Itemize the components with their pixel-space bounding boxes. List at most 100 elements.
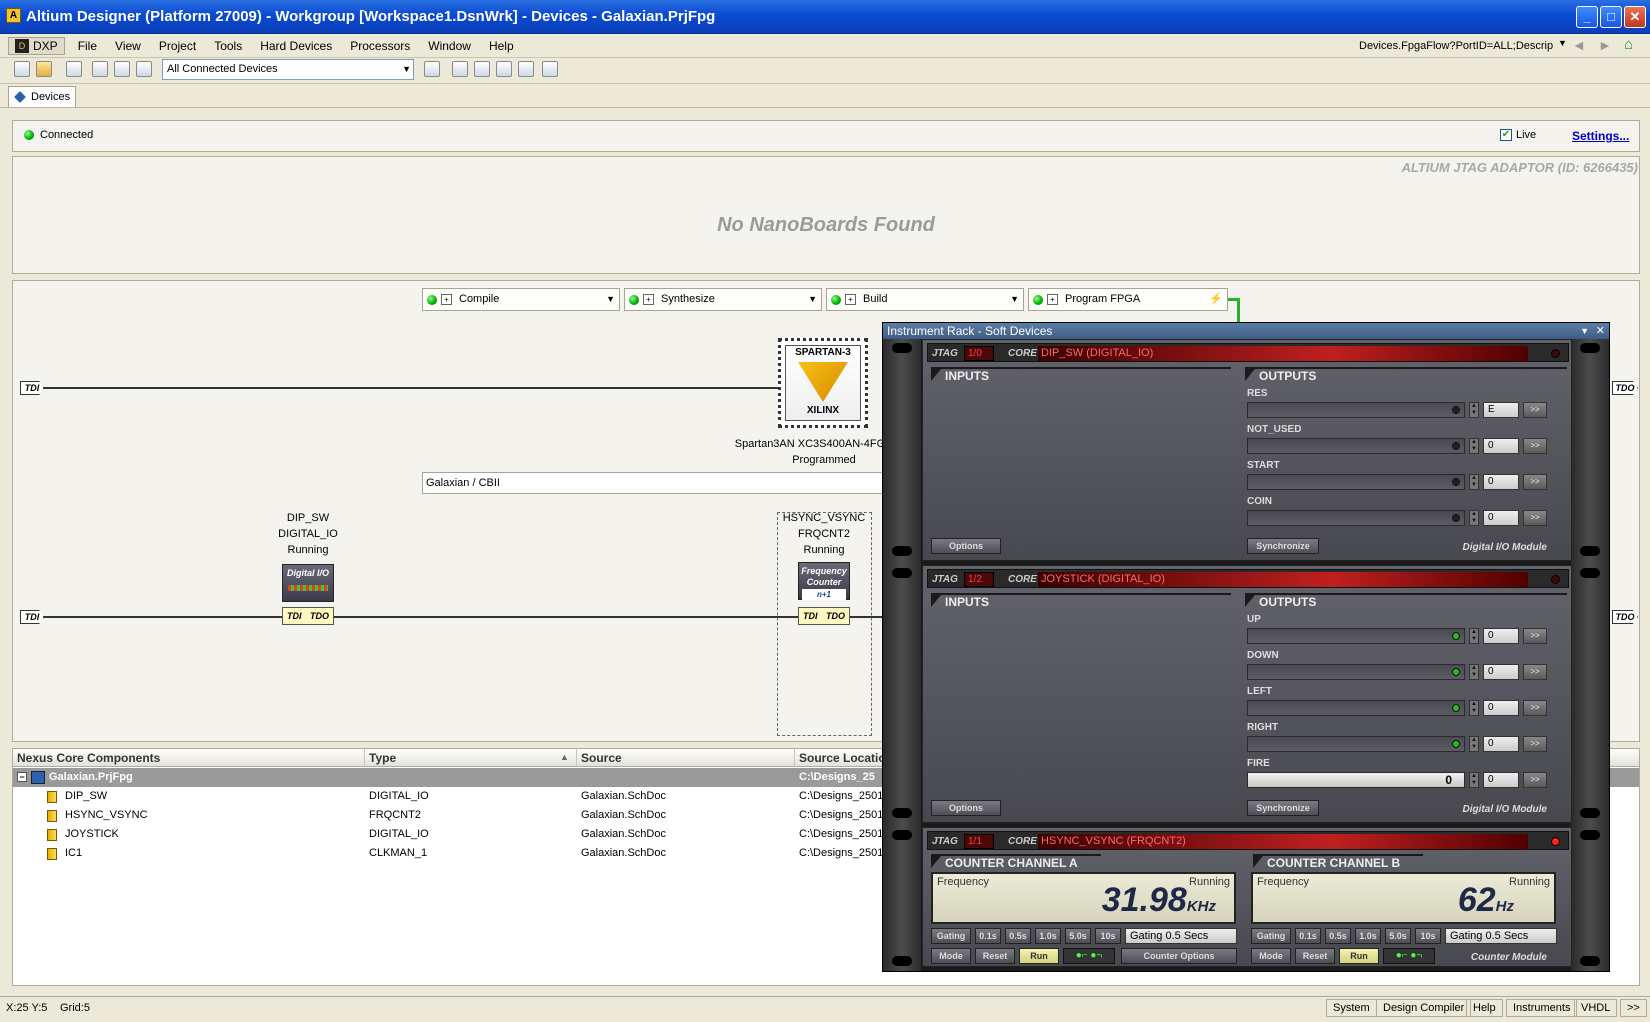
maximize-button[interactable]: □	[1600, 6, 1622, 28]
fpga-chip[interactable]: SPARTAN-3 XILINX	[778, 338, 868, 428]
edge-select-icon[interactable]: ●⌐ ●¬	[1063, 948, 1115, 964]
chevron-down-icon[interactable]: ▼	[1010, 289, 1019, 310]
menu-help[interactable]: Help	[480, 39, 523, 53]
device-filter-select[interactable]: All Connected Devices ▼	[162, 59, 414, 80]
project-config-field[interactable]: Galaxian / CBII	[422, 472, 884, 494]
step-icon[interactable]	[474, 61, 490, 77]
output-value-coin[interactable]: 0	[1483, 510, 1519, 526]
spinner[interactable]: ▲ ▼	[1469, 510, 1479, 526]
output-bar-not-used[interactable]	[1247, 438, 1465, 454]
menu-window[interactable]: Window	[419, 39, 480, 53]
output-value-right[interactable]: 0	[1483, 736, 1519, 752]
new-document-icon[interactable]	[14, 61, 30, 77]
channel-b-run-button[interactable]: Run	[1339, 948, 1379, 964]
edge-select-icon[interactable]: ●⌐ ●¬	[1383, 948, 1435, 964]
minimize-button[interactable]: _	[1576, 6, 1598, 28]
menu-view[interactable]: View	[106, 39, 150, 53]
flow-program-fpga-button[interactable]: + Program FPGA ⚡	[1028, 288, 1228, 311]
column-header-source[interactable]: Source	[577, 749, 795, 767]
devices-view-icon[interactable]	[92, 61, 108, 77]
output-value-down[interactable]: 0	[1483, 664, 1519, 680]
options-button[interactable]: Options	[931, 800, 1001, 816]
channel-b-reset-button[interactable]: Reset	[1295, 948, 1335, 964]
gate-1-0s-button[interactable]: 1.0s	[1355, 928, 1381, 944]
lightning-icon[interactable]: ⚡	[1209, 289, 1223, 310]
print-icon[interactable]	[66, 61, 82, 77]
options-button[interactable]: Options	[931, 538, 1001, 554]
digital-io-icon[interactable]: Digital I/O	[282, 564, 334, 602]
open-folder-icon[interactable]	[36, 61, 52, 77]
output-value-fire[interactable]: 0	[1483, 772, 1519, 788]
output-bar-res[interactable]	[1247, 402, 1465, 418]
close-button[interactable]: ✕	[1624, 6, 1646, 28]
refresh-icon[interactable]	[114, 61, 130, 77]
panel-system-button[interactable]: System	[1326, 999, 1377, 1017]
column-header-name[interactable]: Nexus Core Components	[13, 749, 365, 767]
flow-compile-button[interactable]: + Compile ▼	[422, 288, 620, 311]
output-value-up[interactable]: 0	[1483, 628, 1519, 644]
send-button[interactable]: >>	[1523, 474, 1547, 490]
send-button[interactable]: >>	[1523, 628, 1547, 644]
output-value-start[interactable]: 0	[1483, 474, 1519, 490]
output-bar-right[interactable]	[1247, 736, 1465, 752]
spinner[interactable]: ▲ ▼	[1469, 474, 1479, 490]
chevron-down-icon[interactable]: ▼	[808, 289, 817, 310]
spinner[interactable]: ▲ ▼	[1469, 438, 1479, 454]
output-bar-fire[interactable]: 0	[1247, 772, 1465, 788]
send-button[interactable]: >>	[1523, 438, 1547, 454]
send-button[interactable]: >>	[1523, 736, 1547, 752]
gate-1-0s-button[interactable]: 1.0s	[1035, 928, 1061, 944]
settings-gear-icon[interactable]	[542, 61, 558, 77]
instrument-rack-title-bar[interactable]: Instrument Rack - Soft Devices ▼ ✕	[883, 323, 1609, 339]
gate-10s-button[interactable]: 10s	[1095, 928, 1121, 944]
back-icon[interactable]: ◄	[1572, 37, 1586, 53]
spinner[interactable]: ▲ ▼	[1469, 402, 1479, 418]
rack-menu-icon[interactable]: ▼	[1580, 323, 1589, 339]
panel-design-compiler-button[interactable]: Design Compiler	[1376, 999, 1472, 1017]
more-panels-icon[interactable]: >>	[1620, 999, 1647, 1017]
spinner[interactable]: ▲ ▼	[1469, 628, 1479, 644]
panel-help-button[interactable]: Help	[1466, 999, 1503, 1017]
synchronize-button[interactable]: Synchronize	[1247, 538, 1319, 554]
flow-build-button[interactable]: + Build ▼	[826, 288, 1024, 311]
output-bar-up[interactable]	[1247, 628, 1465, 644]
output-bar-down[interactable]	[1247, 664, 1465, 680]
channel-a-run-button[interactable]: Run	[1019, 948, 1059, 964]
spinner[interactable]: ▲ ▼	[1469, 772, 1479, 788]
menu-project[interactable]: Project	[150, 39, 205, 53]
flow-synthesize-button[interactable]: + Synthesize ▼	[624, 288, 822, 311]
gate-5-0s-button[interactable]: 5.0s	[1065, 928, 1091, 944]
panel-instruments-button[interactable]: Instruments	[1506, 999, 1578, 1017]
menu-tools[interactable]: Tools	[205, 39, 251, 53]
menu-hard-devices[interactable]: Hard Devices	[251, 39, 341, 53]
spinner[interactable]: ▲ ▼	[1469, 736, 1479, 752]
column-header-type[interactable]: Type	[365, 749, 577, 767]
counter-options-button[interactable]: Counter Options	[1121, 948, 1237, 964]
chevron-down-icon[interactable]: ▼	[606, 289, 615, 310]
synchronize-button[interactable]: Synchronize	[1247, 800, 1319, 816]
pause-icon[interactable]	[452, 61, 468, 77]
rack-close-icon[interactable]: ✕	[1596, 323, 1605, 339]
send-button[interactable]: >>	[1523, 772, 1547, 788]
gate-0-1s-button[interactable]: 0.1s	[975, 928, 1001, 944]
frequency-counter-icon[interactable]: Frequency Counter n+1	[798, 562, 850, 600]
channel-a-gating-button[interactable]: Gating	[931, 928, 971, 944]
home-icon[interactable]: ⌂	[1624, 36, 1633, 53]
menu-processors[interactable]: Processors	[341, 39, 419, 53]
settings-link[interactable]: Settings...	[1572, 129, 1629, 143]
spinner[interactable]: ▲ ▼	[1469, 664, 1479, 680]
send-button[interactable]: >>	[1523, 664, 1547, 680]
output-bar-left[interactable]	[1247, 700, 1465, 716]
menu-dxp[interactable]: D DXP	[8, 36, 65, 55]
forward-icon[interactable]: ►	[1598, 37, 1612, 53]
channel-a-reset-button[interactable]: Reset	[975, 948, 1015, 964]
gate-5-0s-button[interactable]: 5.0s	[1385, 928, 1411, 944]
send-button[interactable]: >>	[1523, 700, 1547, 716]
tab-devices[interactable]: Devices	[8, 86, 76, 107]
jtag-icon[interactable]	[424, 61, 440, 77]
stop-icon[interactable]	[496, 61, 512, 77]
output-bar-coin[interactable]	[1247, 510, 1465, 526]
send-button[interactable]: >>	[1523, 510, 1547, 526]
live-checkbox[interactable]: ✔ Live	[1500, 129, 1536, 141]
spinner[interactable]: ▲ ▼	[1469, 700, 1479, 716]
